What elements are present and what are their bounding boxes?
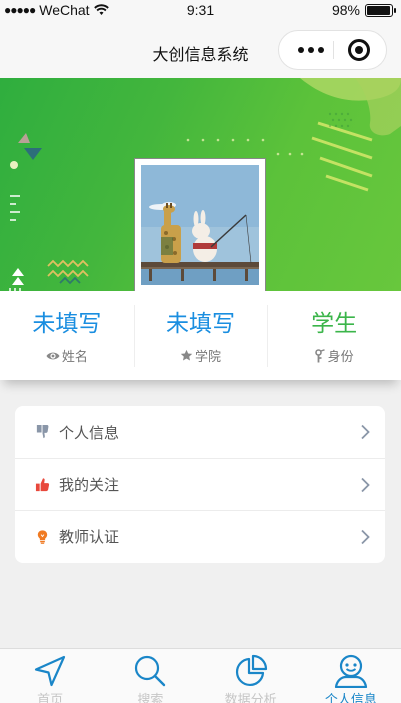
tab-label: 数据分析	[224, 692, 277, 703]
bottom-tab-bar: 首页 搜索 数据分析 个人信息	[0, 648, 401, 703]
search-icon	[135, 655, 166, 687]
more-options-button[interactable]	[289, 31, 333, 69]
chevron-right-icon	[361, 529, 370, 545]
tab-label: 首页	[37, 692, 64, 703]
tab-search[interactable]: 搜索	[100, 649, 200, 703]
tab-data-analysis[interactable]: 数据分析	[201, 649, 301, 703]
chevron-right-icon	[361, 477, 370, 493]
more-dot-icon	[308, 47, 314, 53]
battery-icon	[365, 3, 396, 17]
profile-name-stat[interactable]: 未填写 姓名	[0, 291, 134, 380]
status-bar: ●●●●● WeChat 9:31 98%	[0, 0, 401, 22]
navigation-bar: 大创信息系统	[0, 22, 401, 78]
chevron-right-icon	[361, 424, 370, 440]
tab-home[interactable]: 首页	[0, 649, 100, 703]
menu-item-label: 教师认证	[59, 529, 120, 546]
profile-college-label: 学院	[134, 346, 268, 365]
more-dot-icon	[298, 47, 304, 53]
profile-role-value: 学生	[311, 310, 358, 336]
lightbulb-icon	[37, 530, 48, 544]
menu-item-personal-info[interactable]: 个人信息	[15, 406, 385, 458]
profile-menu: 个人信息 我的关注 教师认证	[15, 406, 385, 563]
avatar-illustration	[141, 165, 259, 285]
profile-role-stat[interactable]: 学生 身份	[267, 291, 401, 380]
thumbs-up-icon	[35, 478, 50, 492]
pie-chart-icon	[235, 654, 267, 686]
menu-item-teacher-certification[interactable]: 教师认证	[15, 510, 385, 562]
target-circle-icon	[348, 39, 370, 61]
profile-college-value: 未填写	[166, 310, 235, 336]
eye-icon	[46, 352, 60, 359]
menu-item-my-follows[interactable]: 我的关注	[15, 458, 385, 510]
profile-name-label-text: 姓名	[61, 349, 88, 364]
tab-label: 个人信息	[324, 692, 377, 703]
menu-item-label: 个人信息	[59, 424, 120, 442]
more-dot-icon	[318, 47, 324, 53]
profile-role-label-text: 身份	[327, 349, 354, 364]
user-icon	[334, 654, 367, 688]
profile-college-stat[interactable]: 未填写 学院	[133, 291, 268, 380]
profile-name-value: 未填写	[32, 310, 102, 336]
profile-banner	[0, 78, 401, 291]
tab-personal-info[interactable]: 个人信息	[301, 649, 401, 703]
capsule-divider	[333, 41, 334, 59]
avatar[interactable]	[134, 158, 266, 291]
thumbs-down-icon	[36, 424, 49, 439]
star-icon	[180, 349, 193, 361]
battery-level	[367, 5, 390, 15]
profile-role-label: 身份	[267, 346, 401, 365]
mini-program-capsule	[278, 30, 387, 70]
key-icon	[314, 348, 325, 362]
battery-percent: 98%	[331, 2, 360, 18]
profile-name-label: 姓名	[0, 346, 134, 365]
profile-college-label-text: 学院	[195, 349, 222, 364]
close-mini-program-button[interactable]	[347, 38, 371, 62]
menu-item-label: 我的关注	[59, 477, 120, 494]
tab-label: 搜索	[137, 692, 164, 703]
profile-summary-card: 未填写 姓名 未填写 学院 学生 身份	[0, 291, 401, 380]
navigation-arrow-icon	[35, 655, 66, 687]
